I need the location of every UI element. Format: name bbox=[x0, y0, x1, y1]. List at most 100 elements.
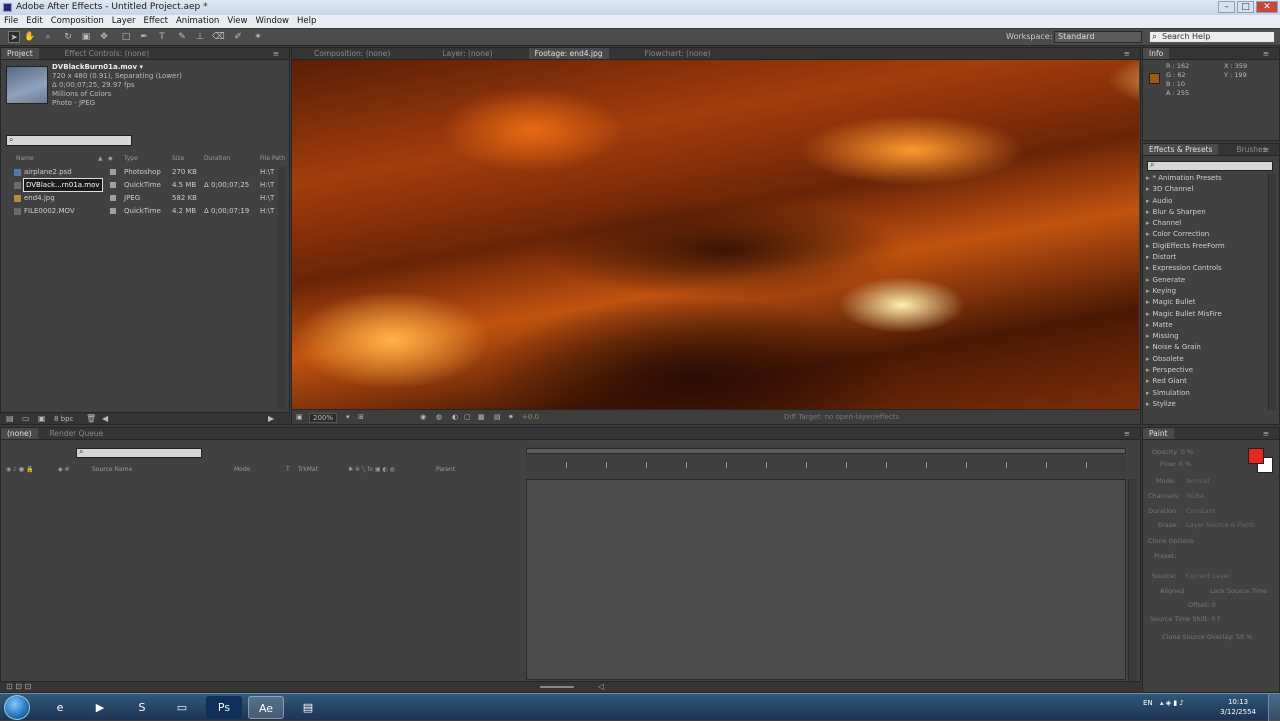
menu-window[interactable]: Window bbox=[251, 15, 293, 28]
clone-stamp-tool-icon[interactable]: ⊥ bbox=[194, 31, 206, 43]
camera-tool-icon[interactable]: ▣ bbox=[80, 31, 92, 43]
transparency-grid-icon[interactable]: ▦ bbox=[478, 413, 485, 421]
work-area-bar[interactable] bbox=[526, 448, 1126, 454]
safe-margins-icon[interactable]: ⊞ bbox=[358, 413, 364, 421]
col-duration[interactable]: Duration bbox=[204, 155, 230, 162]
effect-category[interactable]: ▸ Obsolete bbox=[1146, 354, 1266, 365]
zoom-in-icon[interactable]: ◁ bbox=[598, 682, 604, 691]
tray-icons[interactable]: ▴ ◈ ▮ ♪ bbox=[1160, 699, 1184, 707]
paint-erase-select[interactable]: Layer Source & Paint bbox=[1186, 521, 1254, 529]
eraser-tool-icon[interactable]: ⌫ bbox=[212, 31, 225, 43]
col-type[interactable]: Type bbox=[124, 155, 138, 162]
label-color[interactable] bbox=[110, 208, 116, 214]
skype-icon[interactable]: S bbox=[124, 696, 160, 719]
menu-animation[interactable]: Animation bbox=[172, 15, 223, 28]
tab-timeline[interactable]: (none) bbox=[1, 428, 38, 439]
toggle-switches-icon[interactable]: ⊡ ⊡ ⊡ bbox=[6, 682, 31, 691]
zoom-tool-icon[interactable]: ⌕ bbox=[42, 31, 54, 43]
effect-category[interactable]: ▸ DigiEffects FreeForm bbox=[1146, 241, 1266, 252]
pan-behind-tool-icon[interactable]: ✥ bbox=[98, 31, 110, 43]
trash-icon[interactable]: 🗑 bbox=[86, 414, 96, 423]
col-trkmat[interactable]: TrkMat bbox=[298, 466, 318, 473]
effect-category[interactable]: ▸ Blur & Sharpen bbox=[1146, 207, 1266, 218]
col-source-name[interactable]: Source Name bbox=[92, 466, 132, 473]
effect-category[interactable]: ▸ Channel bbox=[1146, 218, 1266, 229]
rotate-tool-icon[interactable]: ↻ bbox=[62, 31, 74, 43]
timeline-search-input[interactable]: ⌕ bbox=[76, 447, 202, 458]
scroll-left-icon[interactable]: ◀ bbox=[102, 414, 108, 423]
effects-search-input[interactable]: ⌕ bbox=[1147, 160, 1273, 171]
scroll-right-icon[interactable]: ▶ bbox=[268, 414, 274, 423]
zoom-select[interactable]: 200% bbox=[309, 413, 338, 423]
paint-opacity[interactable]: Opacity: 0 % bbox=[1152, 448, 1193, 456]
source-time-shift[interactable]: Source Time Shift: 0 f bbox=[1150, 615, 1220, 623]
menu-help[interactable]: Help bbox=[293, 15, 320, 28]
after-effects-icon[interactable]: Ae bbox=[248, 696, 284, 719]
project-item[interactable]: airplane2.psd Photoshop 270 KB H:\T bbox=[4, 166, 282, 178]
project-search-input[interactable]: ⌕ bbox=[6, 135, 132, 146]
channel-icon[interactable]: ◐ bbox=[452, 413, 458, 421]
effect-category[interactable]: ▸ Color Correction bbox=[1146, 229, 1266, 240]
menu-composition[interactable]: Composition bbox=[47, 15, 108, 28]
panel-menu-icon[interactable]: ≡ bbox=[1257, 48, 1275, 60]
snapshot-icon[interactable]: ◉ bbox=[420, 413, 426, 421]
tab-paint[interactable]: Paint bbox=[1143, 428, 1174, 439]
region-of-interest-icon[interactable]: ▢ bbox=[464, 413, 471, 421]
bit-depth-button[interactable]: 8 bpc bbox=[54, 415, 73, 423]
photoshop-icon[interactable]: Ps bbox=[206, 696, 242, 719]
media-player-icon[interactable]: ▶ bbox=[82, 696, 118, 719]
effect-category[interactable]: ▸ Magic Bullet bbox=[1146, 297, 1266, 308]
col-mode[interactable]: Mode bbox=[234, 466, 250, 473]
project-item[interactable]: FILE0002.MOV QuickTime 4.2 MB Δ 0;00;07;… bbox=[4, 205, 282, 217]
brush-tool-icon[interactable]: ✎ bbox=[176, 31, 188, 43]
paint-duration-select[interactable]: Constant bbox=[1186, 507, 1215, 515]
search-help-input[interactable]: ⌕ Search Help bbox=[1149, 31, 1275, 43]
paint-flow[interactable]: Flow: 0 % bbox=[1160, 460, 1191, 468]
panel-menu-icon[interactable]: ≡ bbox=[1118, 48, 1136, 60]
label-color[interactable] bbox=[110, 182, 116, 188]
footage-viewer-image[interactable] bbox=[292, 60, 1139, 409]
effect-category[interactable]: ▸ Audio bbox=[1146, 196, 1266, 207]
view-options-icon[interactable]: ▤ bbox=[494, 413, 501, 421]
footage-name[interactable]: DVBlackBurn01a.mov ▾ bbox=[52, 63, 143, 71]
hand-tool-icon[interactable]: ✋ bbox=[24, 31, 36, 43]
effect-category[interactable]: ▸ Expression Controls bbox=[1146, 263, 1266, 274]
effect-category[interactable]: ▸ Noise & Grain bbox=[1146, 342, 1266, 353]
effect-category[interactable]: ▸ Missing bbox=[1146, 331, 1266, 342]
clone-offset[interactable]: Offset: 0 bbox=[1188, 601, 1216, 609]
mask-tool-icon[interactable]: □ bbox=[120, 31, 132, 43]
chevron-down-icon[interactable]: ▾ bbox=[346, 413, 350, 421]
col-parent[interactable]: Parent bbox=[436, 466, 455, 473]
effects-scrollbar[interactable] bbox=[1268, 174, 1276, 410]
panel-menu-icon[interactable]: ≡ bbox=[1257, 144, 1275, 156]
menu-view[interactable]: View bbox=[223, 15, 251, 28]
zoom-slider[interactable] bbox=[540, 686, 574, 688]
selection-tool-icon[interactable]: ➤ bbox=[8, 31, 20, 43]
effect-category[interactable]: ▸ Generate bbox=[1146, 275, 1266, 286]
project-item[interactable]: DVBlack...rn01a.mov QuickTime 4.5 MB Δ 0… bbox=[4, 178, 282, 192]
workspace-select[interactable]: Standard bbox=[1054, 31, 1142, 43]
effect-category[interactable]: ▸ Stylize bbox=[1146, 399, 1266, 410]
timeline-scrollbar[interactable] bbox=[1128, 479, 1136, 682]
effect-category[interactable]: ▸ Simulation bbox=[1146, 388, 1266, 399]
tab-footage[interactable]: Footage: end4.jpg bbox=[528, 48, 609, 59]
explorer-folder-icon[interactable]: ▭ bbox=[164, 696, 200, 719]
video-app-icon[interactable]: ▤ bbox=[290, 696, 326, 719]
show-desktop-button[interactable] bbox=[1268, 694, 1280, 721]
clone-source-overlay[interactable]: Clone Source Overlay: 50 % bbox=[1162, 633, 1252, 641]
label-color[interactable] bbox=[110, 169, 116, 175]
effect-category[interactable]: ▸ Matte bbox=[1146, 320, 1266, 331]
internet-explorer-icon[interactable]: e bbox=[42, 696, 78, 719]
clone-aligned-checkbox[interactable]: Aligned bbox=[1160, 587, 1184, 595]
foreground-color-swatch[interactable] bbox=[1248, 448, 1264, 464]
effect-category[interactable]: ▸ Perspective bbox=[1146, 365, 1266, 376]
menu-file[interactable]: File bbox=[0, 15, 22, 28]
effect-category[interactable]: ▸ 3D Channel bbox=[1146, 184, 1266, 195]
project-item[interactable]: end4.jpg JPEG 582 KB H:\T bbox=[4, 192, 282, 204]
exposure-icon[interactable]: ✷ bbox=[508, 413, 514, 421]
close-button[interactable]: ✕ bbox=[1256, 1, 1278, 13]
minimize-button[interactable]: – bbox=[1218, 1, 1235, 13]
panel-menu-icon[interactable]: ≡ bbox=[1257, 428, 1275, 440]
tab-effect-controls[interactable]: Effect Controls: (none) bbox=[59, 48, 155, 59]
timeline-track-area[interactable] bbox=[526, 479, 1126, 680]
